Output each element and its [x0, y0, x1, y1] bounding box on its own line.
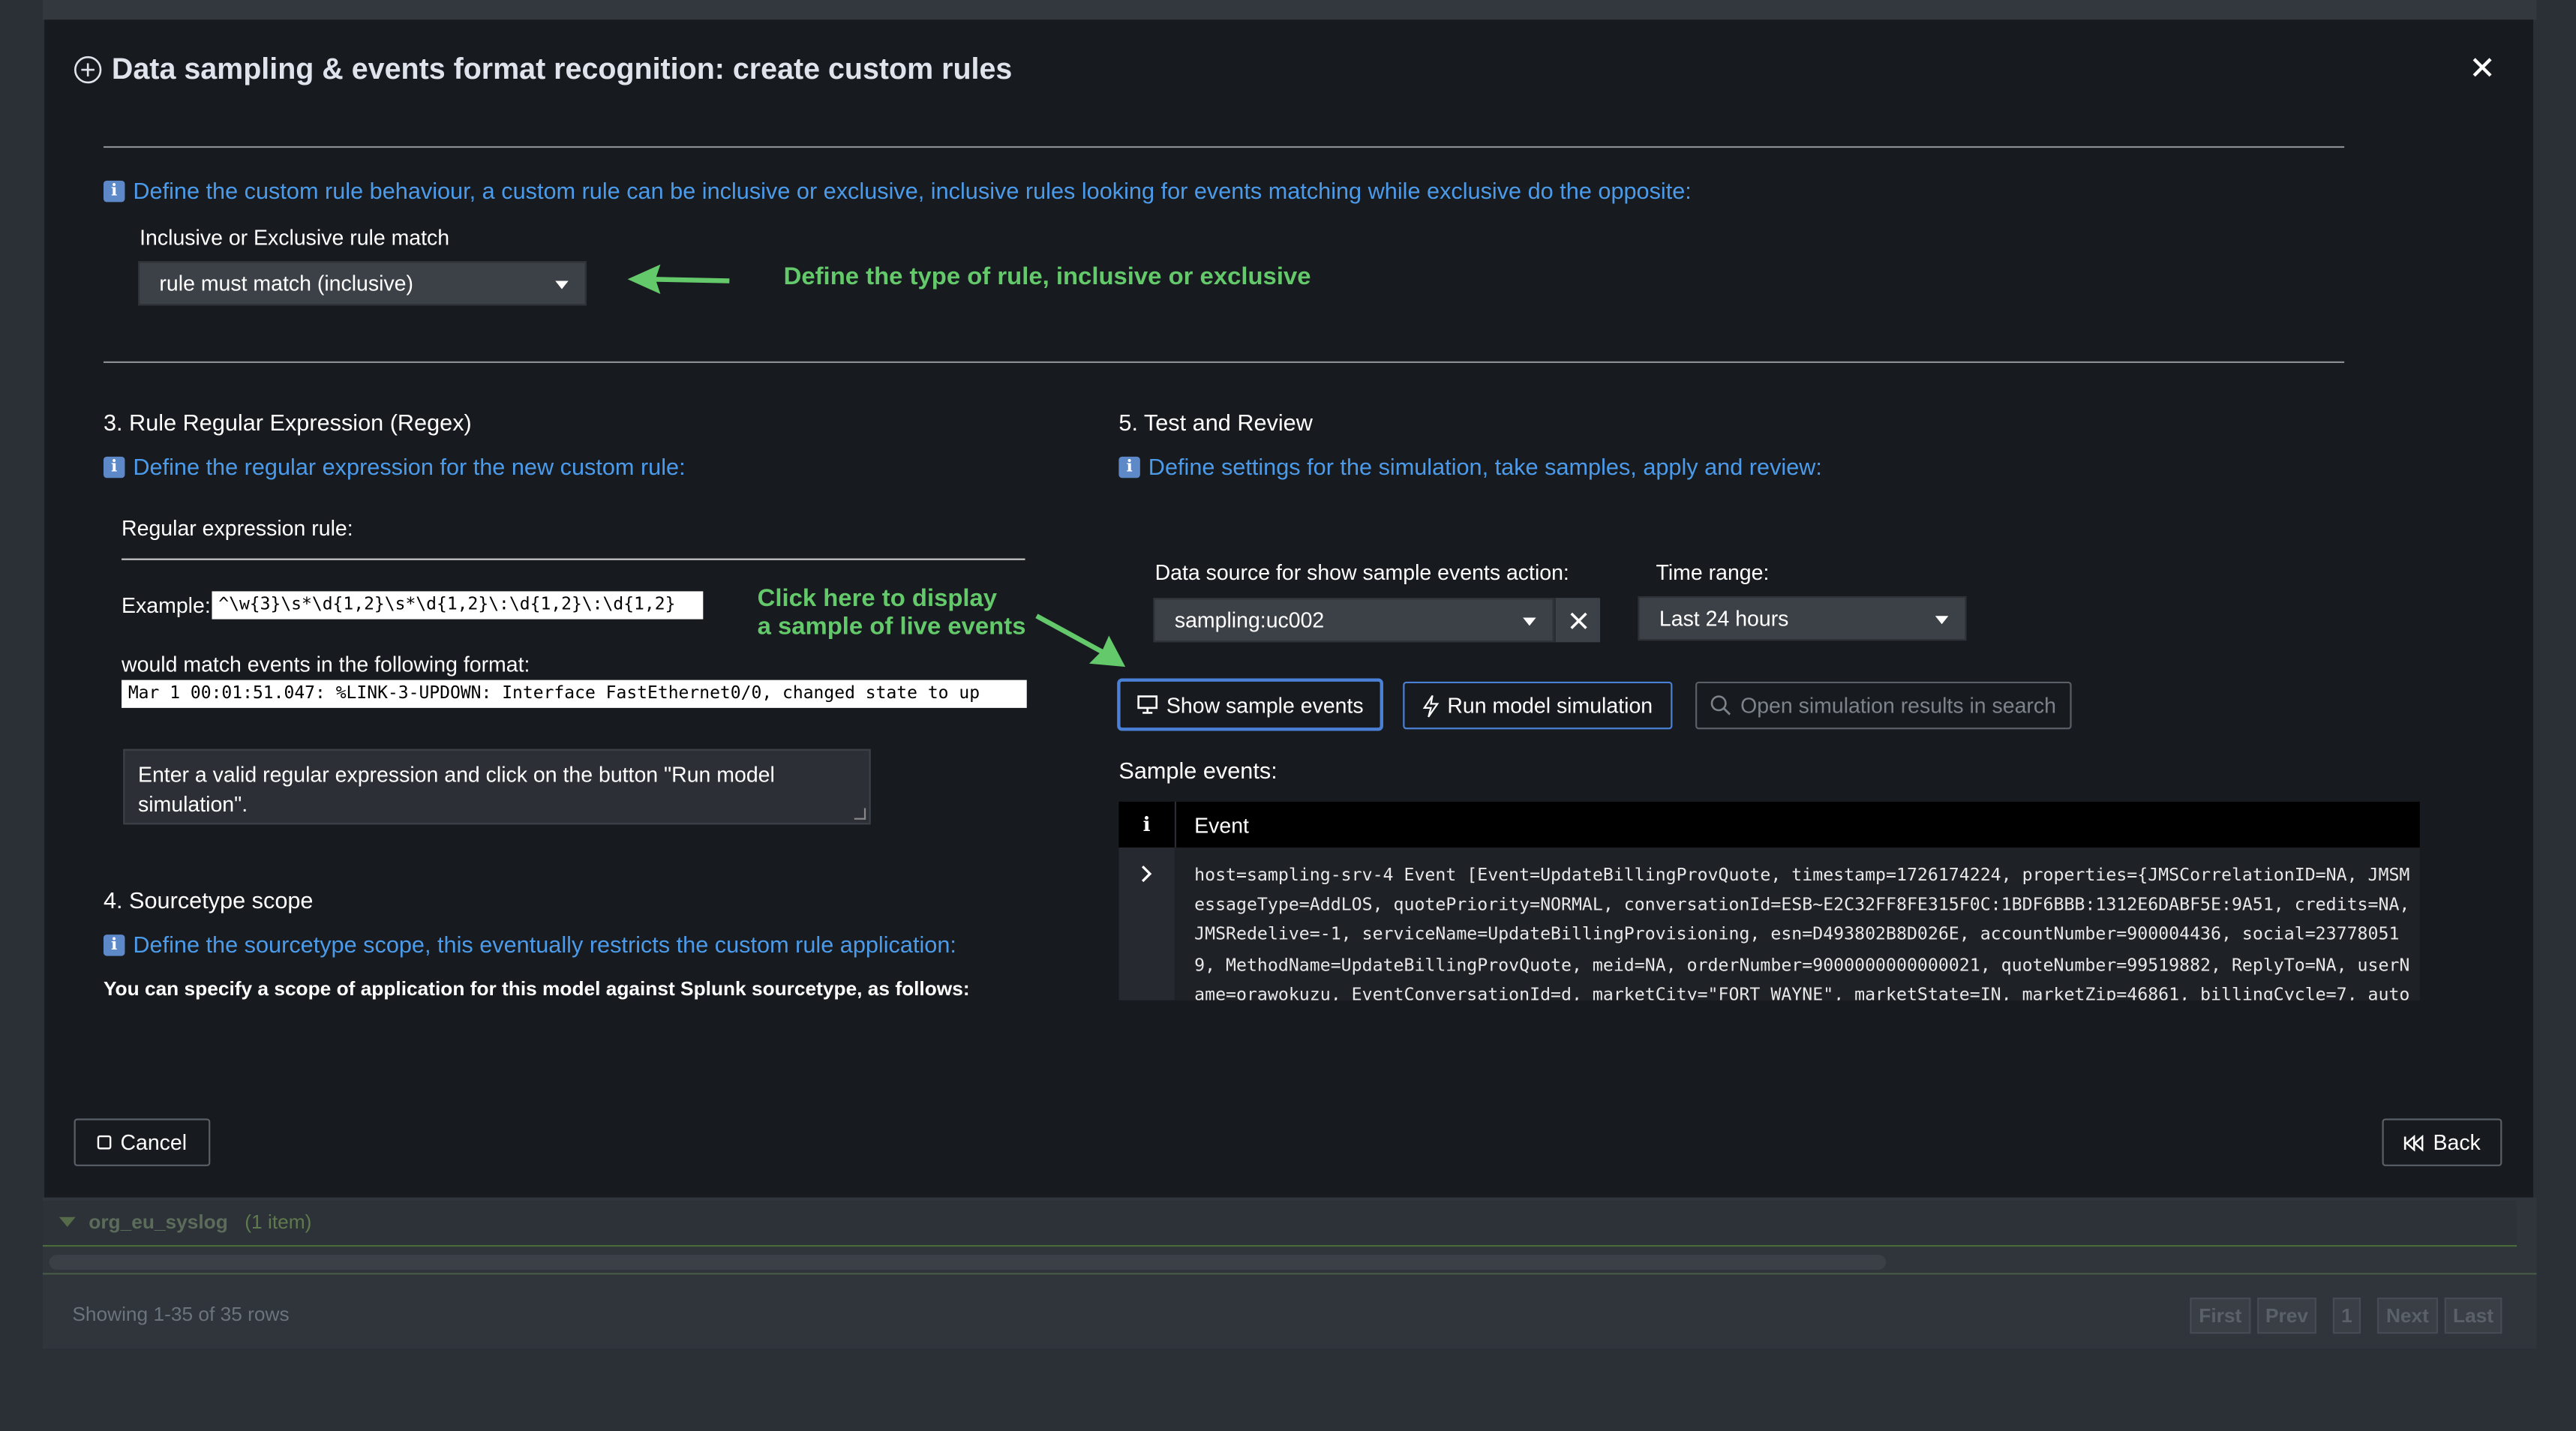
close-icon[interactable] [2469, 54, 2496, 80]
would-match-label: would match events in the following form… [122, 652, 530, 677]
divider-middle [103, 361, 2345, 363]
show-sample-events-button[interactable]: Show sample events [1117, 678, 1383, 731]
modal-title-text: Data sampling & events format recognitio… [111, 52, 1013, 86]
caret-down-icon [1523, 617, 1536, 626]
example-event: Mar 1 00:01:51.047: %LINK-3-UPDOWN: Inte… [122, 680, 1027, 708]
horizontal-scrollbar[interactable] [49, 1255, 1887, 1270]
info-icon: i [103, 179, 125, 202]
behaviour-info-text: Define the custom rule behaviour, a cust… [133, 177, 1692, 204]
regex-input-underline [122, 558, 1025, 560]
cancel-button[interactable]: Cancel [74, 1118, 211, 1166]
regex-textarea[interactable]: Enter a valid regular expression and cli… [123, 748, 871, 825]
sample-annotation-line2: a sample of live events [757, 612, 1026, 641]
clear-datasource-button[interactable] [1554, 598, 1601, 643]
add-circle-icon [74, 56, 102, 84]
open-simulation-results-label: Open simulation results in search [1740, 693, 2056, 718]
show-sample-events-label: Show sample events [1166, 692, 1364, 717]
timerange-value: Last 24 hours [1659, 606, 1789, 631]
run-model-simulation-button[interactable]: Run model simulation [1403, 681, 1673, 730]
arrow-left-icon [627, 264, 730, 295]
monitor-icon [1137, 695, 1158, 714]
timerange-label: Time range: [1656, 560, 1770, 585]
rule-match-select[interactable]: rule must match (inclusive) [137, 261, 587, 306]
back-button[interactable]: Back [2382, 1118, 2502, 1166]
background-header-strip [42, 0, 2537, 20]
regex-info: i Define the regular expression for the … [103, 453, 686, 480]
background-divider [42, 1245, 2517, 1247]
cancel-label: Cancel [120, 1130, 188, 1155]
timerange-select[interactable]: Last 24 hours [1638, 596, 1967, 641]
pager-next-button[interactable]: Next [2376, 1298, 2438, 1334]
search-icon [1711, 695, 1731, 716]
sample-annotation-line1: Click here to display [757, 584, 998, 613]
back-label: Back [2433, 1130, 2481, 1155]
scope-note: You can specify a scope of application f… [103, 977, 970, 1000]
rule-match-value: rule must match (inclusive) [159, 271, 414, 296]
resize-grip-icon[interactable] [854, 808, 866, 820]
regex-textarea-text: Enter a valid regular expression and cli… [137, 762, 775, 817]
rows-count-text: Showing 1-35 of 35 rows [72, 1302, 290, 1326]
info-icon: i [103, 934, 125, 956]
test-info: i Define settings for the simulation, ta… [1118, 453, 1822, 479]
test-heading: 5. Test and Review [1118, 409, 1313, 436]
regex-heading: 3. Rule Regular Expression (Regex) [103, 409, 472, 436]
divider-top [103, 146, 2345, 148]
info-icon: i [103, 455, 125, 478]
lightning-icon [1422, 694, 1440, 717]
run-model-simulation-label: Run model simulation [1447, 693, 1653, 718]
stop-square-icon [98, 1135, 112, 1150]
rewind-icon [2403, 1134, 2424, 1151]
background-group-row[interactable]: org_eu_syslog (1 item) [42, 1200, 2517, 1247]
example-label: Example: [122, 592, 211, 618]
chevron-right-icon [1141, 866, 1152, 883]
pager-page-button[interactable]: 1 [2332, 1298, 2361, 1334]
sample-events-label: Sample events: [1118, 757, 1277, 784]
rule-match-label: Inclusive or Exclusive rule match [140, 225, 450, 250]
background-divider-2 [42, 1273, 2537, 1275]
event-raw-text: host=sampling-srv-4 Event [Event=UpdateB… [1194, 866, 2410, 1000]
caret-down-icon [555, 280, 569, 290]
regex-info-text: Define the regular expression for the ne… [133, 453, 686, 480]
sample-annotation: Click here to display a sample of live e… [758, 585, 1026, 640]
sample-events-table: i Event host=sampling-srv-4 Event [Event… [1118, 801, 2420, 1000]
chevron-down-icon [59, 1216, 76, 1227]
scope-info: i Define the sourcetype scope, this even… [103, 931, 956, 958]
scope-heading: 4. Sourcetype scope [103, 886, 314, 914]
caret-down-icon [1935, 616, 1949, 625]
datasource-select[interactable]: sampling:uc002 [1153, 598, 1554, 643]
rule-type-annotation: Define the type of rule, inclusive or ex… [783, 262, 1311, 291]
pager-prev-button[interactable]: Prev [2257, 1298, 2316, 1334]
modal-title: Data sampling & events format recognitio… [74, 52, 1013, 87]
datasource-value: sampling:uc002 [1174, 608, 1325, 633]
table-header: i Event [1118, 801, 2420, 848]
pager-last-button[interactable]: Last [2444, 1298, 2502, 1334]
pager-first-button[interactable]: First [2190, 1298, 2251, 1334]
row-expander[interactable] [1118, 848, 1175, 1000]
scope-info-text: Define the sourcetype scope, this eventu… [133, 931, 956, 958]
column-separator [1174, 801, 1177, 848]
group-name: org_eu_syslog [89, 1210, 228, 1234]
open-simulation-results-button[interactable]: Open simulation results in search [1695, 681, 2072, 730]
column-header-event[interactable]: Event [1194, 813, 1249, 838]
regex-rule-label: Regular expression rule: [122, 515, 353, 541]
custom-rules-modal: Data sampling & events format recognitio… [44, 20, 2533, 1198]
info-icon: i [1118, 455, 1140, 478]
test-info-text: Define settings for the simulation, take… [1148, 453, 1822, 480]
column-header-info[interactable]: i [1118, 802, 1174, 848]
arrow-down-right-icon [1035, 614, 1126, 668]
group-count: (1 item) [245, 1210, 312, 1234]
datasource-label: Data source for show sample events actio… [1154, 560, 1569, 585]
example-regex: ^\w{3}\s*\d{1,2}\s*\d{1,2}\:\d{1,2}\:\d{… [212, 591, 704, 620]
clear-icon [1569, 611, 1587, 628]
behaviour-info: i Define the custom rule behaviour, a cu… [103, 177, 1692, 204]
